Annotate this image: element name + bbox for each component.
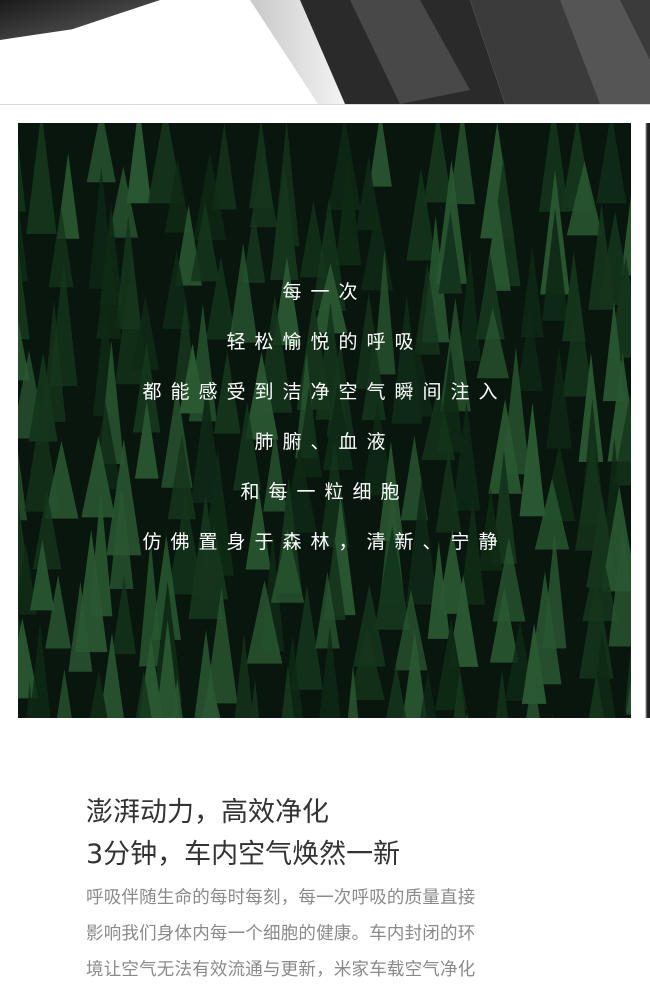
section-body: 呼吸伴随生命的每时每刻，每一次呼吸的质量直接 影响我们身体内每一个细胞的健康。车…	[86, 880, 596, 988]
headline-line-2: 3分钟，车内空气焕然一新	[86, 836, 606, 878]
body-line: 影响我们身体内每一个细胞的健康。车内封闭的环	[86, 916, 596, 952]
top-product-image	[0, 0, 650, 104]
section-headline: 澎湃动力，高效净化 3分钟，车内空气焕然一新	[86, 794, 606, 878]
poem-line: 都能感受到洁净空气瞬间注入	[18, 377, 631, 427]
adjacent-image-edge	[645, 123, 650, 718]
divider	[0, 104, 650, 105]
product-shadow-graphic	[0, 0, 650, 104]
poem-line: 轻松愉悦的呼吸	[18, 327, 631, 377]
poem-overlay: 每一次 轻松愉悦的呼吸 都能感受到洁净空气瞬间注入 肺腑、血液 和每一粒细胞 仿…	[18, 277, 631, 577]
body-line: 境让空气无法有效流通与更新，米家车载空气净化	[86, 952, 596, 988]
body-line: 呼吸伴随生命的每时每刻，每一次呼吸的质量直接	[86, 880, 596, 916]
headline-line-1: 澎湃动力，高效净化	[86, 794, 606, 836]
poem-line: 每一次	[18, 277, 631, 327]
poem-line: 肺腑、血液	[18, 427, 631, 477]
poem-line: 和每一粒细胞	[18, 477, 631, 527]
poem-line: 仿佛置身于森林，清新、宁静	[18, 527, 631, 577]
